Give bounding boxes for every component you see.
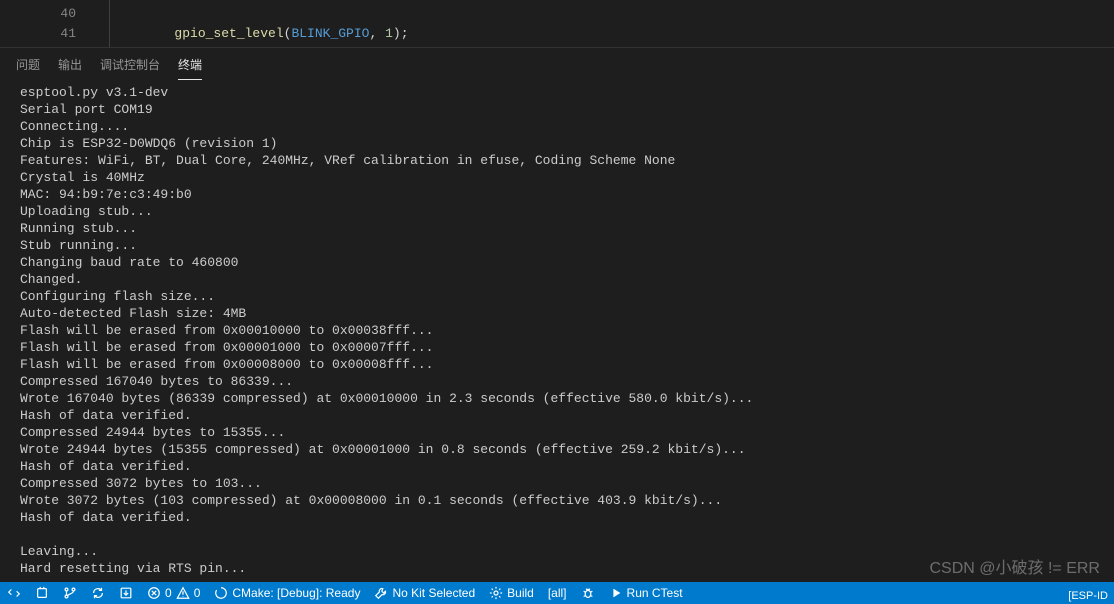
kit-selector[interactable]: No Kit Selected xyxy=(367,582,482,604)
run-button[interactable]: Run CTest xyxy=(602,582,690,604)
terminal-line: Hash of data verified. xyxy=(20,407,1094,424)
kit-label: No Kit Selected xyxy=(392,586,475,600)
terminal-line: Serial port COM19 xyxy=(20,101,1094,118)
build-target[interactable]: [all] xyxy=(541,582,574,604)
terminal-line: Hash of data verified. xyxy=(20,509,1094,526)
cmake-status[interactable]: CMake: [Debug]: Ready xyxy=(207,582,367,604)
editor-gutter: 4041 xyxy=(0,0,98,47)
serial-button[interactable] xyxy=(28,582,56,604)
terminal-line: Flash will be erased from 0x00001000 to … xyxy=(20,339,1094,356)
error-count: 0 xyxy=(165,586,172,600)
remote-icon xyxy=(7,586,21,600)
download-icon xyxy=(119,586,133,600)
problems-status[interactable]: 0 0 xyxy=(140,582,207,604)
flash-download-button[interactable] xyxy=(112,582,140,604)
terminal-line xyxy=(20,526,1094,543)
terminal-line: Features: WiFi, BT, Dual Core, 240MHz, V… xyxy=(20,152,1094,169)
editor-code[interactable]: gpio_set_level(BLINK_GPIO, 1); xyxy=(110,0,1114,47)
terminal-line: Running stub... xyxy=(20,220,1094,237)
terminal-line: Changed. xyxy=(20,271,1094,288)
build-label: Build xyxy=(507,586,534,600)
terminal-line: Leaving... xyxy=(20,543,1094,560)
panel-tabs: 问题输出调试控制台终端 xyxy=(0,48,1114,76)
terminal-line: Changing baud rate to 460800 xyxy=(20,254,1094,271)
terminal-line: Connecting.... xyxy=(20,118,1094,135)
terminal-line: Flash will be erased from 0x00010000 to … xyxy=(20,322,1094,339)
code-line[interactable]: gpio_set_level(BLINK_GPIO, 1); xyxy=(110,24,1114,44)
code-token: 1 xyxy=(385,26,393,41)
terminal-line: Wrote 167040 bytes (86339 compressed) at… xyxy=(20,390,1094,407)
loading-icon xyxy=(214,586,228,600)
terminal-line: Stub running... xyxy=(20,237,1094,254)
sync-button[interactable] xyxy=(84,582,112,604)
terminal-line: Hash of data verified. xyxy=(20,458,1094,475)
editor-area: 4041 gpio_set_level(BLINK_GPIO, 1); xyxy=(0,0,1114,47)
build-button[interactable]: Build xyxy=(482,582,541,604)
folding-bar xyxy=(98,0,110,47)
line-number: 41 xyxy=(0,24,76,44)
bottom-panel: 问题输出调试控制台终端 esptool.py v3.1-devSerial po… xyxy=(0,47,1114,582)
wrench-icon xyxy=(374,586,388,600)
terminal-line: Auto-detected Flash size: 4MB xyxy=(20,305,1094,322)
terminal-line: Flash will be erased from 0x00008000 to … xyxy=(20,356,1094,373)
espidf-status[interactable]: [ESP-ID xyxy=(1068,590,1108,602)
debug-button[interactable] xyxy=(574,582,602,604)
plug-icon xyxy=(35,586,49,600)
sync-icon xyxy=(91,586,105,600)
gear-icon xyxy=(489,586,503,600)
terminal-line: MAC: 94:b9:7e:c3:49:b0 xyxy=(20,186,1094,203)
code-token: gpio_set_level xyxy=(174,26,283,41)
status-bar: 0 0 CMake: [Debug]: Ready No Kit Selecte… xyxy=(0,582,1114,604)
cmake-label: CMake: [Debug]: Ready xyxy=(232,586,360,600)
remote-button[interactable] xyxy=(0,582,28,604)
terminal-line: Hard resetting via RTS pin... xyxy=(20,560,1094,577)
code-token: ); xyxy=(393,26,409,41)
code-token: , xyxy=(369,26,385,41)
bug-icon xyxy=(581,586,595,600)
terminal-line: Compressed 3072 bytes to 103... xyxy=(20,475,1094,492)
ctest-label: Run CTest xyxy=(627,586,683,600)
warning-icon xyxy=(176,586,190,600)
source-control-button[interactable] xyxy=(56,582,84,604)
terminal-line: Crystal is 40MHz xyxy=(20,169,1094,186)
terminal-line: Chip is ESP32-D0WDQ6 (revision 1) xyxy=(20,135,1094,152)
warning-count: 0 xyxy=(194,586,201,600)
code-line[interactable] xyxy=(110,4,1114,24)
error-icon xyxy=(147,586,161,600)
terminal-output[interactable]: esptool.py v3.1-devSerial port COM19Conn… xyxy=(0,76,1114,582)
terminal-line: esptool.py v3.1-dev xyxy=(20,84,1094,101)
terminal-line: Wrote 24944 bytes (15355 compressed) at … xyxy=(20,441,1094,458)
terminal-line: Compressed 167040 bytes to 86339... xyxy=(20,373,1094,390)
terminal-line: Compressed 24944 bytes to 15355... xyxy=(20,424,1094,441)
terminal-line: Wrote 3072 bytes (103 compressed) at 0x0… xyxy=(20,492,1094,509)
play-icon xyxy=(609,586,623,600)
target-label: [all] xyxy=(548,586,567,600)
code-token: BLINK_GPIO xyxy=(291,26,369,41)
line-number: 40 xyxy=(0,4,76,24)
terminal-line: Configuring flash size... xyxy=(20,288,1094,305)
terminal-line: Uploading stub... xyxy=(20,203,1094,220)
branch-icon xyxy=(63,586,77,600)
